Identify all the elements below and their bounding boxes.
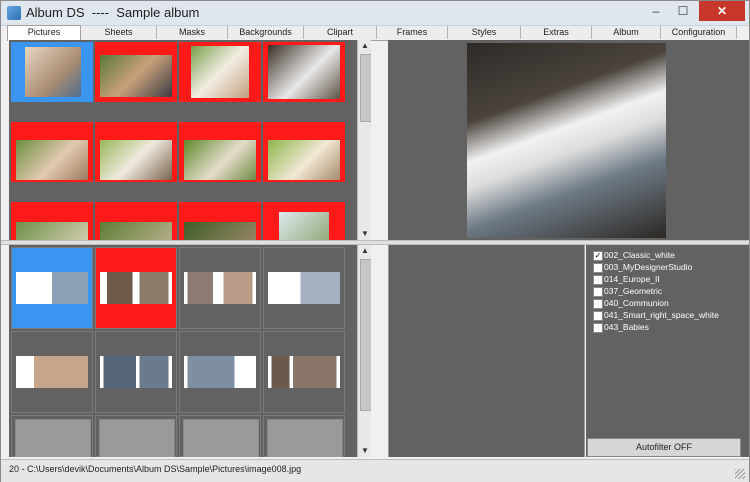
app-window: Album DS ---- Sample album – ☐ ✕ Picture… bbox=[0, 0, 750, 482]
title-bar[interactable]: Album DS ---- Sample album – ☐ ✕ bbox=[1, 1, 749, 26]
sheet-thumb[interactable] bbox=[263, 331, 345, 413]
pictures-grid[interactable]: ▲ ▼ bbox=[9, 40, 371, 240]
tab-backgrounds[interactable]: Backgrounds bbox=[228, 26, 304, 39]
tab-frames[interactable]: Frames bbox=[377, 26, 448, 39]
sheet-thumb[interactable] bbox=[263, 247, 345, 329]
checkbox-icon[interactable] bbox=[593, 323, 603, 333]
picture-thumb[interactable] bbox=[95, 42, 177, 102]
style-item[interactable]: 003_MyDesignerStudio bbox=[593, 262, 692, 274]
tab-bar: Pictures Sheets Masks Backgrounds Clipar… bbox=[7, 25, 743, 41]
tab-configuration[interactable]: Configuration bbox=[661, 26, 737, 39]
sheet-thumb[interactable] bbox=[179, 331, 261, 413]
sheet-thumb[interactable] bbox=[95, 331, 177, 413]
scroll-thumb[interactable] bbox=[360, 54, 371, 122]
picture-thumb[interactable] bbox=[95, 202, 177, 240]
resize-grip-icon[interactable] bbox=[735, 469, 745, 479]
style-item[interactable]: 041_Smart_right_space_white bbox=[593, 310, 719, 322]
close-button[interactable]: ✕ bbox=[699, 1, 745, 21]
tab-clipart[interactable]: Clipart bbox=[304, 26, 377, 39]
window-title: Album DS ---- Sample album bbox=[26, 5, 200, 20]
sheet-thumb-empty[interactable] bbox=[11, 415, 93, 457]
tab-styles[interactable]: Styles bbox=[448, 26, 521, 39]
status-text: 20 - C:\Users\devik\Documents\Album DS\S… bbox=[9, 464, 302, 474]
checkbox-icon[interactable] bbox=[593, 275, 603, 285]
preview-pane bbox=[388, 40, 749, 240]
sheet-thumb-empty[interactable] bbox=[95, 415, 177, 457]
picture-thumb[interactable] bbox=[263, 202, 345, 240]
scroll-up-icon[interactable]: ▲ bbox=[358, 40, 371, 52]
tab-pictures[interactable]: Pictures bbox=[7, 25, 81, 41]
picture-thumb[interactable] bbox=[179, 42, 261, 102]
scroll-up-icon[interactable]: ▲ bbox=[358, 245, 371, 257]
style-item[interactable]: 043_Babies bbox=[593, 322, 649, 334]
maximize-button[interactable]: ☐ bbox=[670, 1, 696, 21]
checkbox-icon[interactable] bbox=[593, 311, 603, 321]
app-icon bbox=[7, 6, 21, 20]
scroll-down-icon[interactable]: ▼ bbox=[358, 228, 371, 240]
checkbox-icon[interactable] bbox=[593, 287, 603, 297]
styles-list: ✓ 002_Classic_white 003_MyDesignerStudio … bbox=[586, 245, 749, 457]
preview-image bbox=[467, 43, 666, 238]
style-item[interactable]: 014_Europe_II bbox=[593, 274, 660, 286]
picture-thumb[interactable] bbox=[263, 42, 345, 102]
status-bar: 20 - C:\Users\devik\Documents\Album DS\S… bbox=[1, 459, 749, 482]
sheets-grid[interactable]: ▲ ▼ bbox=[9, 245, 371, 457]
picture-thumb[interactable] bbox=[179, 202, 261, 240]
tab-album[interactable]: Album bbox=[592, 26, 661, 39]
style-item[interactable]: ✓ 002_Classic_white bbox=[593, 250, 675, 262]
tab-masks[interactable]: Masks bbox=[157, 26, 228, 39]
tab-sheets[interactable]: Sheets bbox=[81, 26, 157, 39]
scroll-thumb[interactable] bbox=[360, 259, 371, 411]
checkbox-checked-icon[interactable]: ✓ bbox=[593, 251, 603, 261]
picture-thumb[interactable] bbox=[11, 202, 93, 240]
picture-thumb[interactable] bbox=[11, 122, 93, 182]
scroll-down-icon[interactable]: ▼ bbox=[358, 445, 371, 457]
pictures-scrollbar[interactable]: ▲ ▼ bbox=[357, 40, 371, 240]
picture-thumb[interactable] bbox=[179, 122, 261, 182]
sheet-thumb[interactable] bbox=[11, 247, 93, 329]
sheet-thumb-empty[interactable] bbox=[263, 415, 345, 457]
sheets-scrollbar[interactable]: ▲ ▼ bbox=[357, 245, 371, 457]
picture-thumb[interactable] bbox=[95, 122, 177, 182]
sheet-preview-pane bbox=[388, 245, 585, 457]
picture-thumb[interactable] bbox=[11, 42, 93, 102]
checkbox-icon[interactable] bbox=[593, 299, 603, 309]
style-item[interactable]: 037_Geometric bbox=[593, 286, 662, 298]
sheet-thumb[interactable] bbox=[179, 247, 261, 329]
sheet-thumb[interactable] bbox=[95, 247, 177, 329]
sheet-thumb-empty[interactable] bbox=[179, 415, 261, 457]
checkbox-icon[interactable] bbox=[593, 263, 603, 273]
autofilter-button[interactable]: Autofilter OFF bbox=[587, 438, 741, 457]
sheet-thumb[interactable] bbox=[11, 331, 93, 413]
tab-extras[interactable]: Extras bbox=[521, 26, 592, 39]
picture-thumb[interactable] bbox=[263, 122, 345, 182]
minimize-button[interactable]: – bbox=[643, 1, 669, 21]
style-item[interactable]: 040_Communion bbox=[593, 298, 669, 310]
